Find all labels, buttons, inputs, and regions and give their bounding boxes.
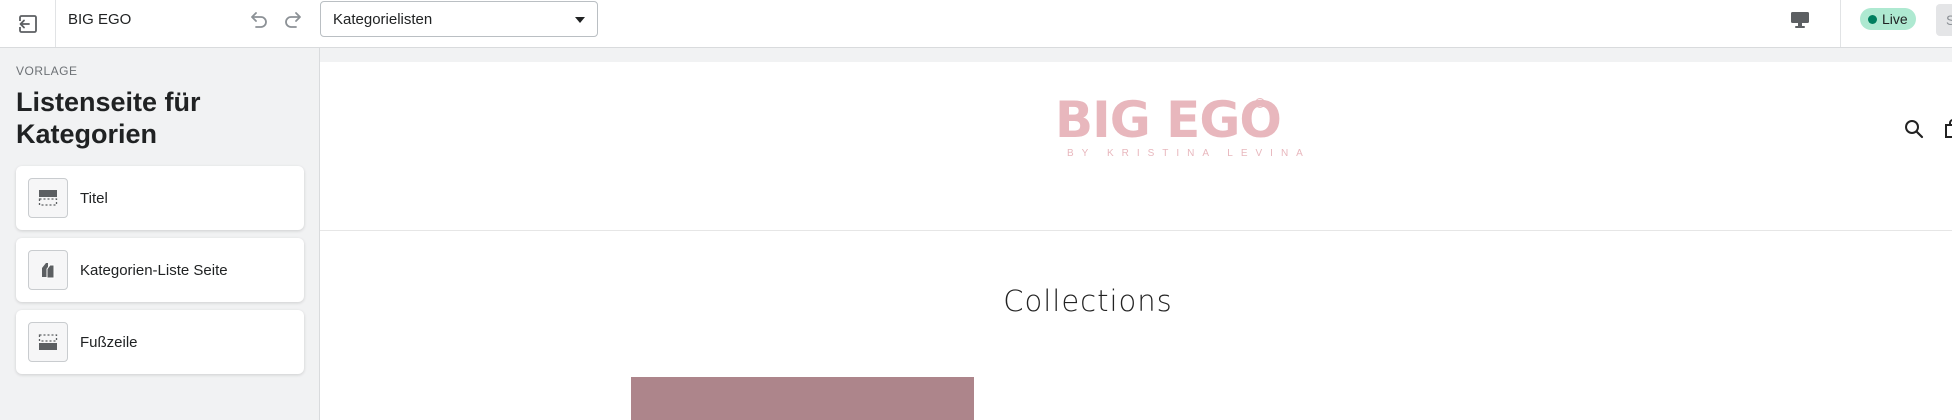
exit-icon [17,14,37,33]
template-select-value: Kategorielisten [333,10,433,28]
cart-button[interactable] [1942,117,1952,141]
store-name: BIG EGO [68,11,132,28]
collection-card[interactable] [631,377,974,420]
footer-section-icon [28,322,68,362]
device-preview-button[interactable] [1786,6,1814,34]
desktop-icon [1791,12,1809,28]
template-eyebrow: VORLAGE [16,64,78,78]
storefront-preview[interactable]: BIG EGO BY KRISTINA LEVINA Collections [320,62,1952,420]
section-item-fusszeile[interactable]: Fußzeile [16,310,304,374]
section-item-label: Kategorien-Liste Seite [80,261,228,279]
search-button[interactable] [1902,117,1926,141]
topbar-divider [1840,0,1841,47]
status-badge: Live [1860,8,1916,30]
page-title: Listenseite für Kategorien [16,87,201,149]
logo-tagline: BY KRISTINA LEVINA [1067,148,1311,159]
store-logo[interactable]: BIG EGO BY KRISTINA LEVINA [1055,92,1303,164]
redo-icon [285,12,301,28]
save-button[interactable]: S [1936,4,1952,36]
live-dot-icon [1868,14,1877,24]
cart-icon [1945,119,1952,138]
chevron-down-icon [575,17,585,23]
section-item-kategorien-liste[interactable]: Kategorien-Liste Seite [16,238,304,302]
editor-topbar: BIG EGO Kategorielisten Live S [0,0,1952,48]
section-item-label: Fußzeile [80,333,138,351]
section-item-titel[interactable]: Titel [16,166,304,230]
collection-tags-icon [28,250,68,290]
search-icon [1905,120,1924,139]
template-select[interactable]: Kategorielisten [320,1,598,37]
registered-icon [1255,98,1265,108]
undo-button[interactable] [244,6,272,34]
redo-button[interactable] [280,6,308,34]
collections-heading: Collections [1003,284,1173,318]
sidebar: VORLAGE Listenseite für Kategorien Titel… [0,48,320,420]
section-item-label: Titel [80,189,108,207]
header-section-icon [28,178,68,218]
exit-button[interactable] [0,0,56,47]
status-badge-label: Live [1882,11,1908,27]
undo-icon [251,12,267,28]
header-divider [320,230,1952,231]
